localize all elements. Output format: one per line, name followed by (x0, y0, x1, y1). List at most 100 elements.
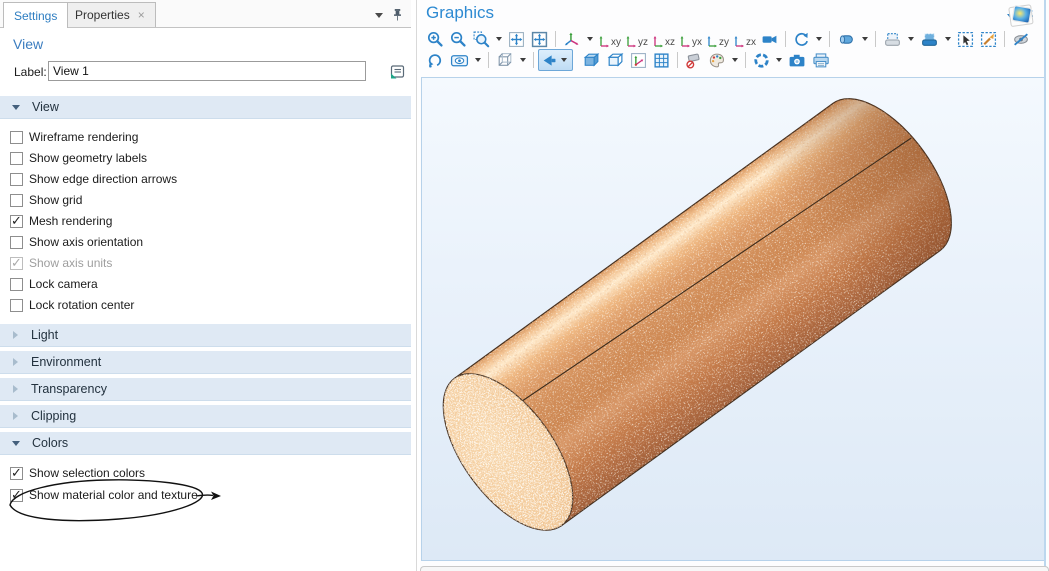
pin-icon[interactable] (392, 8, 403, 22)
go-to-default-view-button[interactable] (560, 28, 584, 50)
node-title: View (13, 36, 43, 52)
reset-view-button[interactable] (790, 28, 813, 50)
show-grid-button[interactable] (650, 49, 673, 71)
zoom-box-button[interactable] (470, 28, 493, 50)
zoom-in-button[interactable] (424, 28, 447, 50)
checkbox-show-edge-direction-arrows[interactable] (10, 173, 23, 186)
checkbox-show-grid[interactable] (10, 194, 23, 207)
checkbox-row: Show axis units (0, 253, 411, 273)
export-3d-tray-button[interactable] (917, 28, 942, 50)
scene-light-button[interactable] (538, 49, 573, 71)
wireframe-cube-icon (496, 51, 514, 69)
graphics-toolbar-row1: xy yz xz yx zy zx (424, 29, 1033, 49)
skybox-button[interactable] (603, 49, 627, 71)
zoom-to-selection-button[interactable] (528, 28, 551, 50)
zoom-box-dropdown[interactable] (496, 37, 502, 41)
view-yz-button[interactable]: yz (623, 29, 650, 49)
scene-light-dropdown[interactable] (561, 58, 567, 62)
section-collapsed-icon (13, 412, 18, 420)
section-transparency[interactable]: Transparency (0, 378, 411, 401)
lower-panel-edge[interactable] (420, 566, 1049, 571)
environment-reflections-button[interactable] (579, 49, 603, 71)
rotate-view-button[interactable] (424, 49, 447, 71)
scene-light-icon (541, 52, 558, 69)
scene-selection-dropdown[interactable] (862, 37, 868, 41)
reset-view-icon (793, 31, 810, 48)
default-view-dropdown[interactable] (587, 37, 593, 41)
checkbox-row[interactable]: Wireframe rendering (0, 127, 411, 147)
view-xz-button[interactable]: xz (650, 29, 677, 49)
label-input[interactable] (48, 61, 366, 81)
checkbox-mesh-rendering[interactable] (10, 215, 23, 228)
view-zy-button[interactable]: zy (704, 29, 731, 49)
export-3d-tray-dropdown[interactable] (945, 37, 951, 41)
checkbox-row[interactable]: Show axis orientation (0, 232, 411, 252)
view-zx-button[interactable]: zx (731, 29, 758, 49)
rename-label-button[interactable] (384, 60, 409, 84)
snapshot-settings-dropdown[interactable] (776, 58, 782, 62)
checkbox-row[interactable]: Mesh rendering (0, 211, 411, 231)
orthographic-projection-button[interactable] (758, 28, 781, 50)
transparency-dropdown[interactable] (520, 58, 526, 62)
copper-cylinder-model[interactable] (422, 78, 1044, 560)
checkbox-lock-rotation-center[interactable] (10, 299, 23, 312)
print-button[interactable] (809, 49, 833, 71)
checkbox-row[interactable]: Show material color and texture (0, 485, 411, 505)
graphics-toolbar-row2 (424, 50, 833, 70)
snapshot-settings-button[interactable] (750, 49, 773, 71)
image-snapshot-button[interactable] (785, 49, 809, 71)
checkbox-row[interactable]: Show grid (0, 190, 411, 210)
select-box-button[interactable] (954, 28, 977, 50)
cube-filled-icon (582, 51, 600, 69)
reset-view-dropdown[interactable] (816, 37, 822, 41)
checkbox-row[interactable]: Show geometry labels (0, 148, 411, 168)
view-yx-button[interactable]: yx (677, 29, 704, 49)
visibility-button[interactable] (447, 49, 472, 71)
select-box-brush-icon (980, 31, 997, 48)
checkbox-show-axis-units (10, 257, 23, 270)
checkbox-wireframe-rendering[interactable] (10, 131, 23, 144)
view-orientation-widget[interactable] (1005, 1, 1039, 31)
visibility-dropdown[interactable] (475, 58, 481, 62)
camera-icon (788, 52, 806, 69)
checkbox-lock-camera[interactable] (10, 278, 23, 291)
section-view[interactable]: View (0, 96, 411, 119)
window-right-edge (1044, 0, 1046, 571)
show-axis-orientation-button[interactable] (627, 49, 650, 71)
section-clipping[interactable]: Clipping (0, 405, 411, 428)
panel-menu-icon[interactable] (375, 13, 383, 18)
checkbox-row[interactable]: Lock rotation center (0, 295, 411, 315)
hide-selected-button[interactable] (1009, 28, 1033, 50)
checkbox-show-material-color-and-texture[interactable] (10, 489, 23, 502)
color-theme-dropdown[interactable] (732, 58, 738, 62)
reset-hiding-button[interactable] (682, 49, 705, 71)
section-light[interactable]: Light (0, 324, 411, 347)
transparency-button[interactable] (493, 49, 517, 71)
view-xy-button[interactable]: xy (596, 29, 623, 49)
print-3d-tray-button[interactable] (880, 28, 905, 50)
cube-outline-icon (606, 51, 624, 69)
checkbox-show-axis-orientation[interactable] (10, 236, 23, 249)
deselect-box-button[interactable] (977, 28, 1000, 50)
checkbox-show-geometry-labels[interactable] (10, 152, 23, 165)
checkbox-row[interactable]: Show selection colors (0, 463, 411, 483)
tab-close-icon[interactable]: × (138, 9, 145, 21)
panel-splitter[interactable] (416, 0, 417, 571)
tab-settings[interactable]: Settings (3, 2, 68, 28)
tab-properties[interactable]: Properties × (64, 2, 156, 27)
checkbox-row[interactable]: Show edge direction arrows (0, 169, 411, 189)
tray-blue-icon (920, 31, 939, 48)
graphics-canvas[interactable] (421, 77, 1045, 561)
settings-panel: Settings Properties × View Label: (0, 0, 411, 571)
checkbox-show-selection-colors[interactable] (10, 467, 23, 480)
zoom-extents-button[interactable] (505, 28, 528, 50)
color-theme-button[interactable] (705, 49, 729, 71)
eye-icon (450, 52, 469, 69)
zoom-out-button[interactable] (447, 28, 470, 50)
print-3d-tray-dropdown[interactable] (908, 37, 914, 41)
scene-selection-button[interactable] (834, 28, 859, 50)
checkbox-row[interactable]: Lock camera (0, 274, 411, 294)
section-environment[interactable]: Environment (0, 351, 411, 374)
zoom-out-icon (450, 31, 467, 48)
section-colors[interactable]: Colors (0, 432, 411, 455)
